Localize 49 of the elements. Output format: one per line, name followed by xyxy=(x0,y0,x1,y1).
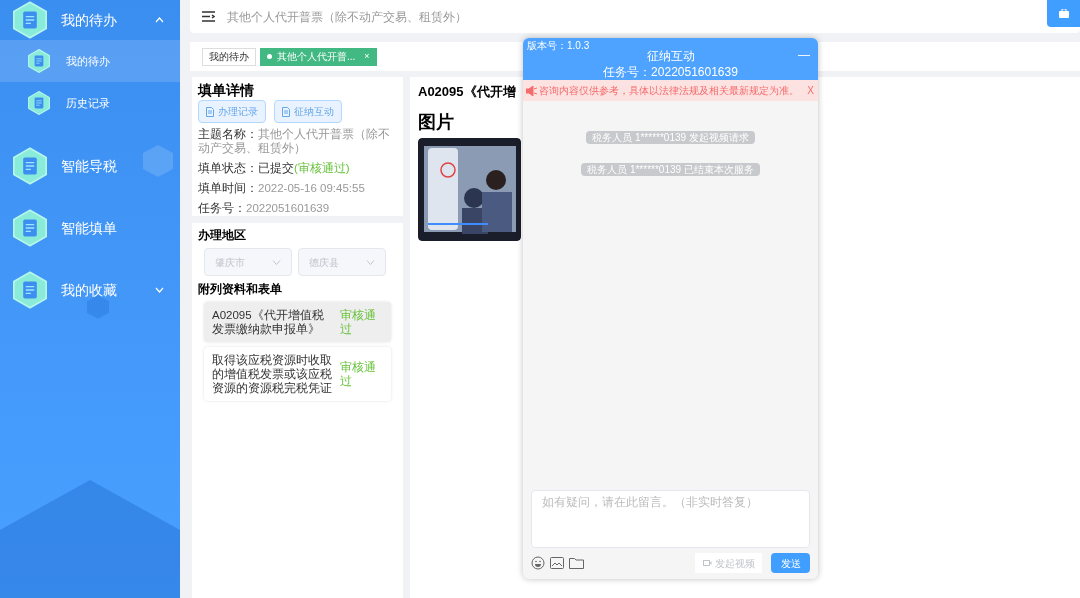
section-title: 图片 xyxy=(418,111,454,134)
task-number: 任务号：2022051601639 xyxy=(603,65,738,79)
hexagon-icon xyxy=(13,271,47,309)
document-title: A02095《代开增 xyxy=(418,83,516,101)
image-icon[interactable] xyxy=(550,557,564,569)
section-title: 附列资料和表单 xyxy=(198,281,283,297)
page-title: 其他个人代开普票（除不动产交易、租赁外） xyxy=(227,8,467,26)
detail-button[interactable]: 办理记录 xyxy=(198,100,266,123)
speaker-icon xyxy=(526,85,537,96)
close-icon[interactable]: × xyxy=(364,49,370,64)
chevron-down-icon xyxy=(366,259,375,265)
close-button[interactable]: X xyxy=(807,83,814,98)
section-title: 填单详情 xyxy=(198,81,255,99)
notice-banner: 咨询内容仅供参考，具体以法律法规及相关最新规定为准。 X xyxy=(523,80,818,101)
menu-icon[interactable] xyxy=(202,11,215,22)
sidebar-item[interactable]: 智能填单 xyxy=(0,208,180,248)
detail-field: 填单时间：2022-05-16 09:45:55 xyxy=(198,181,397,195)
detail-field: 任务号：2022051601639 xyxy=(198,201,397,215)
dialog-title: 征纳互动 xyxy=(646,49,695,63)
detail-field: 填单状态：已提交(审核通过) xyxy=(198,161,397,175)
toolbar-button[interactable] xyxy=(1047,0,1080,27)
folder-icon[interactable] xyxy=(569,557,584,569)
briefcase-icon xyxy=(1059,9,1069,18)
message-field[interactable]: 如有疑问，请在此留言。（非实时答复） xyxy=(531,490,810,548)
hexagon-icon xyxy=(13,209,47,247)
document-icon xyxy=(282,106,290,117)
sidebar-item[interactable]: 智能导税 xyxy=(0,146,180,186)
sidebar-item[interactable]: 我的收藏 xyxy=(0,270,180,310)
hexagon-icon xyxy=(28,49,50,73)
send-button[interactable]: 发送 xyxy=(771,553,810,573)
document-icon xyxy=(206,106,214,117)
minimize-button[interactable]: — xyxy=(798,49,810,61)
tab[interactable]: 我的待办 xyxy=(202,47,256,66)
hexagon-decoration xyxy=(143,145,173,177)
hexagon-icon xyxy=(28,91,50,115)
tab[interactable]: 其他个人代开普... × xyxy=(260,47,377,66)
version-label: 版本号：1.0.3 xyxy=(527,40,590,52)
hexagon-icon xyxy=(13,1,47,39)
chevron-down-icon xyxy=(272,259,281,265)
smiley-icon[interactable] xyxy=(531,556,545,570)
sidebar-item[interactable]: 我的待办 xyxy=(0,0,180,40)
section-title: 办理地区 xyxy=(198,227,247,243)
detail-field: 主题名称：其他个人代开普票（除不动产交易、租赁外） xyxy=(198,127,397,155)
camera-icon xyxy=(702,560,712,566)
hexagon-icon xyxy=(13,147,47,185)
submenu-item[interactable]: 我的待办 xyxy=(0,40,180,82)
attachment-item[interactable]: A02095《代开增值税发票缴纳款申报单》 审核通过 xyxy=(204,302,391,342)
detail-button[interactable]: 征纳互动 xyxy=(274,100,342,123)
submenu-item[interactable]: 历史记录 xyxy=(0,82,180,124)
